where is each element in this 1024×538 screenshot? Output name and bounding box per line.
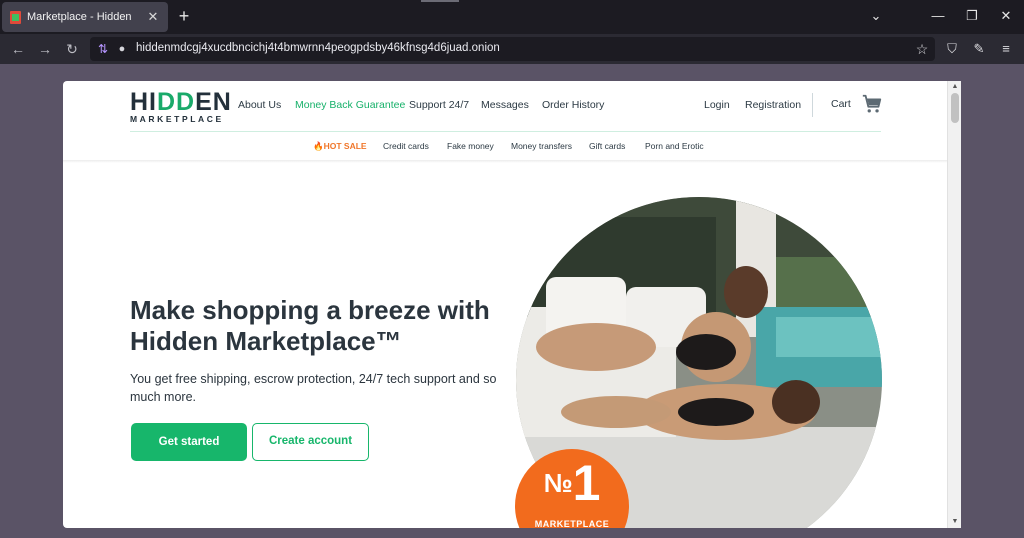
app-menu-hamburger-icon[interactable]: ≡: [997, 40, 1015, 58]
site-favicon-icon: [10, 10, 21, 24]
back-button[interactable]: ←: [8, 39, 28, 59]
badge-number: №1: [543, 455, 601, 511]
tab-close-icon[interactable]: ✕: [146, 9, 160, 25]
scroll-up-arrow-icon[interactable]: ▲: [951, 83, 959, 91]
tab-drag-indicator: [421, 0, 459, 2]
close-window-button[interactable]: ✕: [992, 6, 1020, 26]
new-tab-button[interactable]: +: [176, 6, 192, 26]
subnav-hot-sale[interactable]: 🔥HOT SALE: [313, 141, 367, 152]
page-viewport: HIDDEN MARKETPLACE About Us Money Back G…: [63, 81, 961, 528]
restore-button[interactable]: ❐: [958, 6, 986, 26]
site-logo[interactable]: HIDDEN MARKETPLACE: [130, 88, 232, 125]
scroll-down-arrow-icon[interactable]: ▼: [951, 518, 959, 526]
hero-title: Make shopping a breeze with Hidden Marke…: [130, 295, 490, 356]
url-text[interactable]: hiddenmdcgj4xucdbncichj4t4bmwrnn4peogpds…: [136, 42, 500, 54]
create-account-button[interactable]: Create account: [252, 423, 369, 461]
login-link[interactable]: Login: [704, 99, 730, 111]
forward-button[interactable]: →: [35, 39, 55, 59]
browser-nav-bar: ← → ↻ ⇅ ● hiddenmdcgj4xucdbncichj4t4bmwr…: [0, 34, 1024, 64]
cart-link[interactable]: Cart: [831, 98, 851, 110]
nav-support-link[interactable]: Support 24/7: [409, 99, 469, 111]
browser-tab[interactable]: Marketplace - Hidden ✕: [2, 2, 168, 32]
browser-tab-bar: Marketplace - Hidden ✕ + ⌄ — ❐ ✕: [0, 0, 1024, 34]
minimize-button[interactable]: —: [924, 6, 952, 26]
registration-link[interactable]: Registration: [745, 99, 801, 111]
subnav-shadow: [63, 160, 961, 163]
nav-about-link[interactable]: About Us: [238, 99, 281, 111]
shield-icon[interactable]: ⛉: [943, 40, 961, 58]
onion-lock-icon[interactable]: ●: [116, 41, 128, 57]
new-identity-broom-icon[interactable]: ✎: [970, 40, 988, 58]
page-scrollbar[interactable]: ▲ ▼: [947, 81, 961, 528]
subnav-gift-cards[interactable]: Gift cards: [589, 141, 625, 151]
tab-title: Marketplace - Hidden: [27, 11, 132, 23]
subnav-credit-cards[interactable]: Credit cards: [383, 141, 429, 151]
tab-list-chevron-icon[interactable]: ⌄: [862, 6, 890, 26]
cart-icon[interactable]: [861, 93, 883, 115]
subnav-money-transfers[interactable]: Money transfers: [511, 141, 572, 151]
number-one-badge: №1 MARKETPLACE: [515, 449, 629, 528]
header-divider: [812, 93, 813, 117]
logo-subtitle: MARKETPLACE: [130, 114, 224, 124]
nav-messages-link[interactable]: Messages: [481, 99, 529, 111]
badge-text: MARKETPLACE: [534, 519, 610, 528]
fire-icon: 🔥: [313, 141, 324, 151]
bookmark-star-icon[interactable]: ☆: [913, 40, 931, 58]
subnav-fake-money[interactable]: Fake money: [447, 141, 494, 151]
header-separator: [130, 131, 881, 132]
nav-guarantee-link[interactable]: Money Back Guarantee: [295, 99, 405, 111]
logo-wordmark: HIDDEN: [130, 88, 232, 116]
address-bar[interactable]: ⇅ ● hiddenmdcgj4xucdbncichj4t4bmwrnn4peo…: [90, 37, 935, 61]
reload-button[interactable]: ↻: [62, 39, 82, 59]
get-started-button[interactable]: Get started: [131, 423, 247, 461]
tor-circuit-icon[interactable]: ⇅: [96, 41, 110, 57]
nav-orders-link[interactable]: Order History: [542, 99, 604, 111]
hero-subtitle: You get free shipping, escrow protection…: [130, 372, 497, 404]
subnav-porn-erotic[interactable]: Porn and Erotic: [645, 141, 704, 151]
scrollbar-thumb[interactable]: [951, 93, 959, 123]
